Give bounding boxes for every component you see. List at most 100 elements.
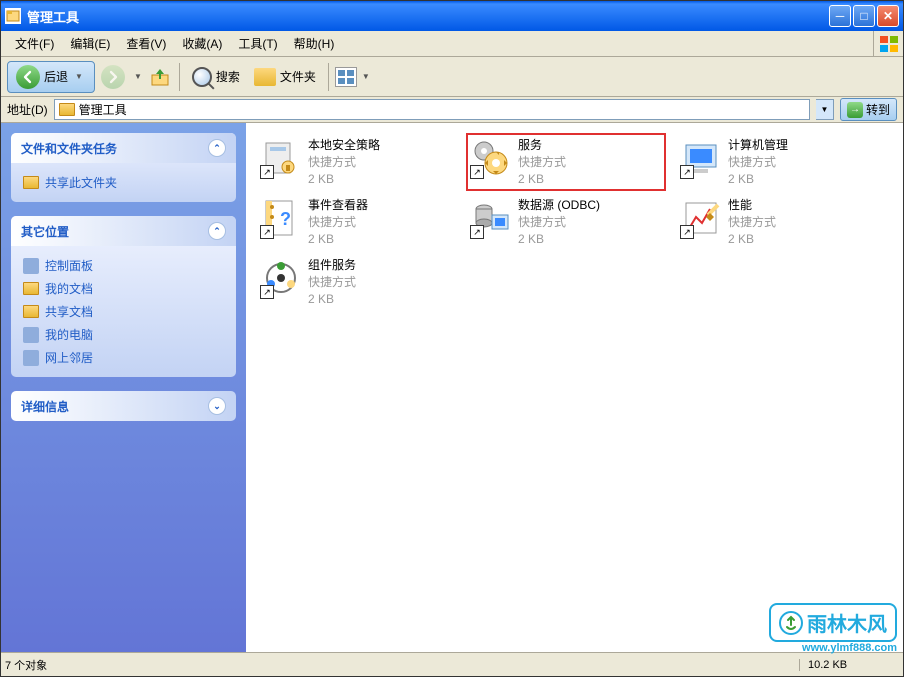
menu-file[interactable]: 文件(F) [7,32,62,55]
file-info: 本地安全策略快捷方式2 KB [308,137,380,187]
shared-documents-label: 共享文档 [45,303,93,320]
my-documents-label: 我的文档 [45,280,93,297]
tasks-panel: 文件和文件夹任务 ⌃ 共享此文件夹 [11,133,236,202]
window-icon [5,8,21,24]
shortcut-arrow-icon: ↗ [470,165,484,179]
places-panel-header[interactable]: 其它位置 ⌃ [11,216,236,246]
file-info: 组件服务快捷方式2 KB [308,257,356,307]
menu-help[interactable]: 帮助(H) [286,32,343,55]
maximize-button[interactable]: □ [853,5,875,27]
sidebar-link-my-computer[interactable]: 我的电脑 [21,323,226,346]
shared-documents-icon [23,305,39,318]
file-icon: ?↗ [260,197,302,239]
shortcut-arrow-icon: ↗ [680,165,694,179]
go-button[interactable]: → 转到 [840,98,897,121]
file-size: 2 KB [308,291,356,308]
toolbar-separator [328,63,329,91]
window-controls: ─ □ ✕ [829,5,899,27]
back-label: 后退 [44,68,68,85]
minimize-button[interactable]: ─ [829,5,851,27]
file-item[interactable]: ↗组件服务快捷方式2 KB [256,253,456,311]
svg-text:?: ? [280,209,291,229]
file-item[interactable]: ↗本地安全策略快捷方式2 KB [256,133,456,191]
file-size: 2 KB [518,171,566,188]
search-button[interactable]: 搜索 [186,63,246,91]
file-item[interactable]: ↗ 计算机管理快捷方式2 KB [676,133,876,191]
file-size: 2 KB [308,171,380,188]
file-item[interactable]: ↗ 数据源 (ODBC)快捷方式2 KB [466,193,666,251]
chevron-up-icon: ⌃ [208,222,226,240]
file-item[interactable]: ↗ 服务快捷方式2 KB [466,133,666,191]
file-info: 计算机管理快捷方式2 KB [728,137,788,187]
forward-dropdown-icon[interactable]: ▼ [134,72,142,81]
shortcut-arrow-icon: ↗ [680,225,694,239]
status-right: 10.2 KB [799,659,899,671]
file-name: 服务 [518,137,566,154]
file-size: 2 KB [308,231,368,248]
file-size: 2 KB [518,231,600,248]
menu-tools[interactable]: 工具(T) [230,32,285,55]
windows-logo-icon [873,31,903,57]
toolbar-separator [179,63,180,91]
network-places-label: 网上邻居 [45,349,93,366]
share-folder-label: 共享此文件夹 [45,174,117,191]
up-button[interactable] [147,64,173,90]
file-icon: ↗ [680,137,722,179]
file-name: 组件服务 [308,257,356,274]
my-computer-label: 我的电脑 [45,326,93,343]
file-name: 本地安全策略 [308,137,380,154]
file-name: 计算机管理 [728,137,788,154]
file-info: 事件查看器快捷方式2 KB [308,197,368,247]
sidebar-link-shared-documents[interactable]: 共享文档 [21,300,226,323]
window-title: 管理工具 [27,7,829,26]
menu-favorites[interactable]: 收藏(A) [174,32,230,55]
file-type: 快捷方式 [728,154,788,171]
chevron-down-icon: ⌄ [208,397,226,415]
menu-view[interactable]: 查看(V) [118,32,174,55]
sidebar-link-control-panel[interactable]: 控制面板 [21,254,226,277]
tasks-panel-title: 文件和文件夹任务 [21,140,117,157]
forward-button[interactable] [101,65,125,89]
back-button[interactable]: 后退 ▼ [7,61,95,93]
folders-button[interactable]: 文件夹 [248,64,322,90]
view-mode-dropdown-icon[interactable]: ▼ [362,72,370,81]
menubar: 文件(F) 编辑(E) 查看(V) 收藏(A) 工具(T) 帮助(H) [1,31,903,57]
address-input[interactable]: 管理工具 [54,99,810,120]
back-dropdown-icon: ▼ [75,72,83,81]
details-panel-header[interactable]: 详细信息 ⌄ [11,391,236,421]
file-type: 快捷方式 [518,154,566,171]
file-item[interactable]: ?↗事件查看器快捷方式2 KB [256,193,456,251]
file-type: 快捷方式 [308,274,356,291]
close-button[interactable]: ✕ [877,5,899,27]
shortcut-arrow-icon: ↗ [260,225,274,239]
titlebar: 管理工具 ─ □ ✕ [1,1,903,31]
sidebar-link-network-places[interactable]: 网上邻居 [21,346,226,369]
watermark-text: 雨林木风 [807,608,887,637]
search-icon [192,67,212,87]
content-area: 文件和文件夹任务 ⌃ 共享此文件夹 其它位置 ⌃ 控制面板 [1,123,903,652]
file-item[interactable]: ↗ 性能快捷方式2 KB [676,193,876,251]
sidebar-link-share-folder[interactable]: 共享此文件夹 [21,171,226,194]
file-type: 快捷方式 [308,214,368,231]
shortcut-arrow-icon: ↗ [470,225,484,239]
file-info: 服务快捷方式2 KB [518,137,566,187]
menu-edit[interactable]: 编辑(E) [62,32,118,55]
view-mode-button[interactable] [335,67,357,87]
details-panel-title: 详细信息 [21,398,69,415]
file-info: 数据源 (ODBC)快捷方式2 KB [518,197,600,247]
file-area[interactable]: ↗本地安全策略快捷方式2 KB↗服务快捷方式2 KB↗计算机管理快捷方式2 KB… [246,123,903,652]
file-name: 性能 [728,197,776,214]
sidebar-link-my-documents[interactable]: 我的文档 [21,277,226,300]
file-icon: ↗ [470,197,512,239]
folders-label: 文件夹 [280,68,316,85]
file-info: 性能快捷方式2 KB [728,197,776,247]
watermark-logo-icon [779,611,803,635]
chevron-up-icon: ⌃ [208,139,226,157]
network-places-icon [23,350,39,366]
go-label: 转到 [866,101,890,118]
tasks-panel-header[interactable]: 文件和文件夹任务 ⌃ [11,133,236,163]
my-documents-icon [23,282,39,295]
address-dropdown[interactable]: ▼ [816,99,834,120]
file-type: 快捷方式 [308,154,380,171]
watermark-url: www.ylmf888.com [769,642,897,654]
